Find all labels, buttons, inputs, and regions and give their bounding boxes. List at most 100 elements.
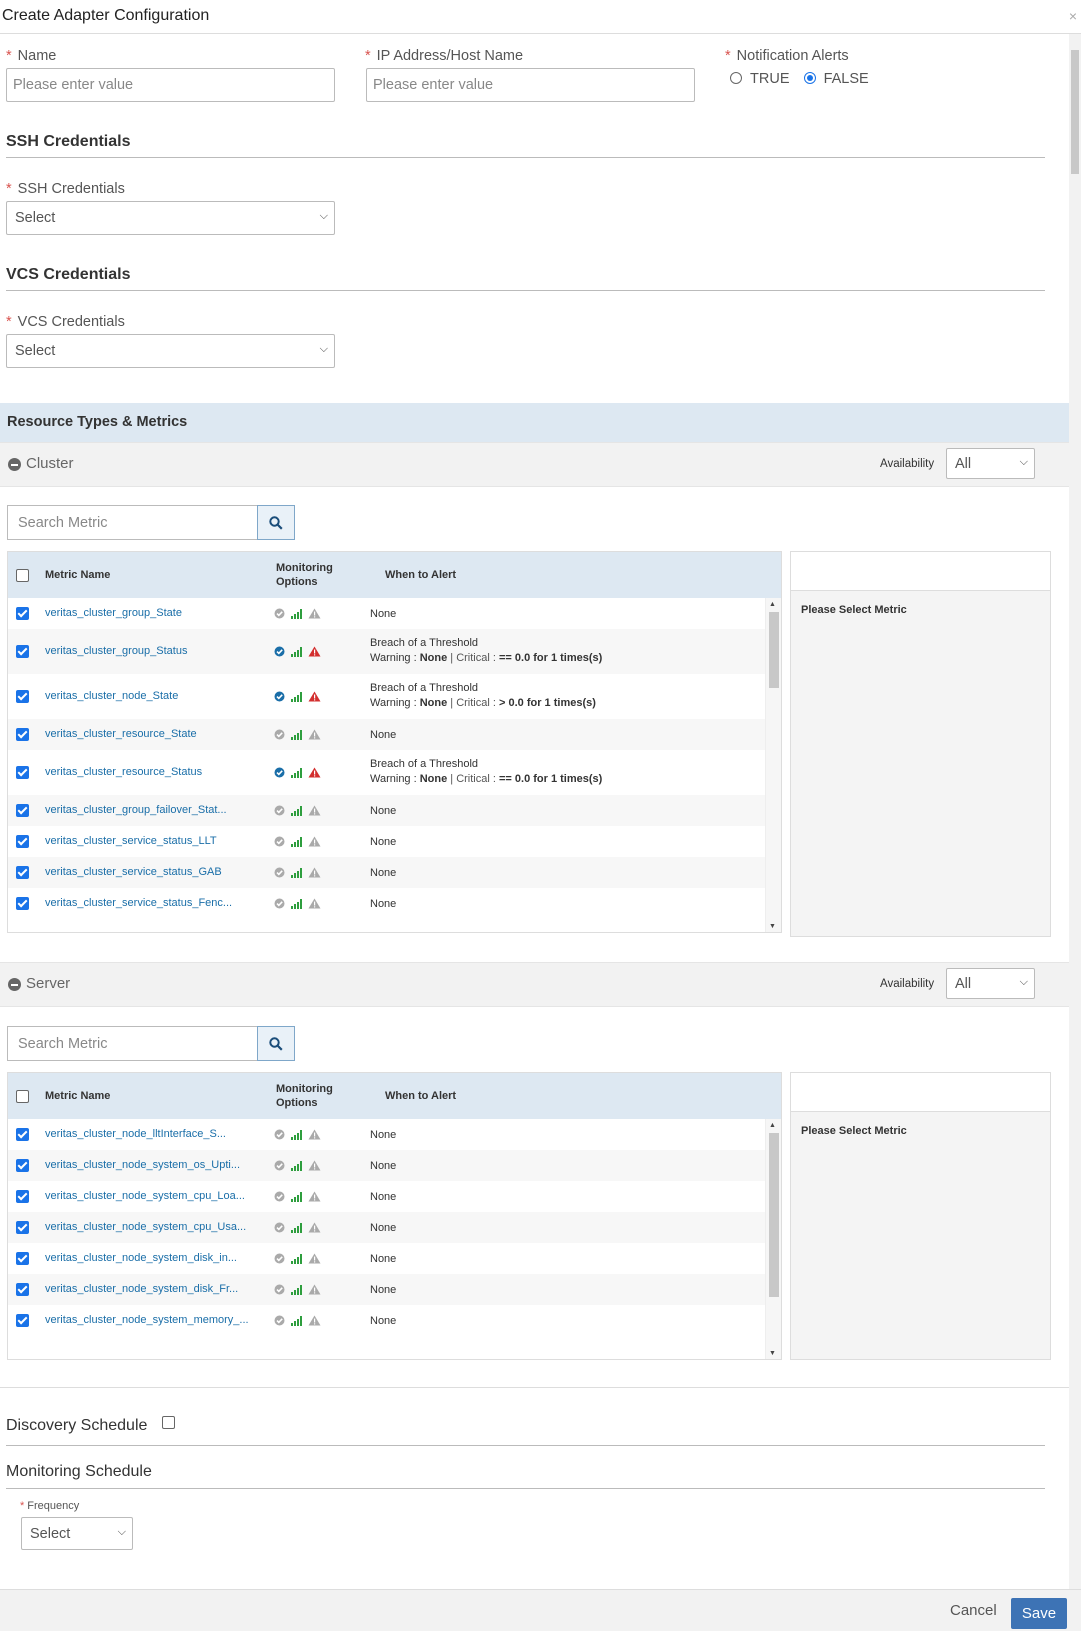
row-checkbox[interactable] — [16, 645, 29, 661]
table-row[interactable]: veritas_cluster_service_status_LLT None — [8, 826, 781, 857]
table-row[interactable]: veritas_cluster_resource_State None — [8, 719, 781, 750]
collapse-icon[interactable] — [8, 458, 21, 471]
scroll-thumb[interactable] — [769, 1133, 779, 1297]
table-row[interactable]: veritas_cluster_node_system_os_Upti... No… — [8, 1150, 781, 1181]
scroll-thumb[interactable] — [769, 612, 779, 688]
alert-warning-icon[interactable] — [308, 1315, 321, 1329]
table-row[interactable]: veritas_cluster_service_status_Fenc... No… — [8, 888, 781, 919]
close-icon[interactable]: × — [1069, 8, 1077, 24]
row-checkbox[interactable] — [16, 897, 29, 913]
page-scrollbar[interactable] — [1069, 34, 1081, 1589]
metric-name-link[interactable]: veritas_cluster_node_system_cpu_Usa... — [45, 1221, 246, 1233]
metric-name-link[interactable]: veritas_cluster_node_system_disk_in... — [45, 1252, 237, 1264]
availability-check-icon[interactable] — [274, 805, 285, 819]
table-row[interactable]: veritas_cluster_group_failover_Stat... No… — [8, 795, 781, 826]
table-row[interactable]: veritas_cluster_node_system_cpu_Usa... No… — [8, 1212, 781, 1243]
row-checkbox[interactable] — [16, 1252, 29, 1268]
row-checkbox[interactable] — [16, 766, 29, 782]
collapse-icon[interactable] — [8, 978, 21, 991]
performance-bars-icon[interactable] — [291, 898, 302, 912]
performance-bars-icon[interactable] — [291, 1191, 302, 1205]
row-checkbox[interactable] — [16, 1221, 29, 1237]
performance-bars-icon[interactable] — [291, 1222, 302, 1236]
alert-warning-icon[interactable] — [308, 729, 321, 743]
availability-check-icon[interactable] — [274, 836, 285, 850]
performance-bars-icon[interactable] — [291, 1253, 302, 1267]
alert-warning-icon[interactable] — [308, 691, 321, 705]
table-row[interactable]: veritas_cluster_node_system_disk_in... No… — [8, 1243, 781, 1274]
metric-name-link[interactable]: veritas_cluster_group_Status — [45, 645, 187, 657]
scroll-up-icon[interactable]: ▲ — [769, 1122, 776, 1129]
performance-bars-icon[interactable] — [291, 646, 302, 660]
row-checkbox[interactable] — [16, 866, 29, 882]
availability-check-icon[interactable] — [274, 1191, 285, 1205]
metric-name-link[interactable]: veritas_cluster_node_system_memory_... — [45, 1314, 249, 1326]
availability-check-icon[interactable] — [274, 767, 285, 781]
availability-select[interactable]: All ⌵ — [946, 448, 1035, 479]
ssh-credentials-select[interactable]: Select ⌵ — [6, 201, 335, 235]
performance-bars-icon[interactable] — [291, 867, 302, 881]
table-row[interactable]: veritas_cluster_node_State Breach of a Th… — [8, 674, 781, 719]
scroll-up-icon[interactable]: ▲ — [769, 601, 776, 608]
alert-warning-icon[interactable] — [308, 608, 321, 622]
search-button[interactable] — [257, 1026, 295, 1061]
table-row[interactable]: veritas_cluster_resource_Status Breach of… — [8, 750, 781, 795]
metric-name-link[interactable]: veritas_cluster_resource_State — [45, 728, 197, 740]
metric-name-link[interactable]: veritas_cluster_node_system_disk_Fr... — [45, 1283, 238, 1295]
performance-bars-icon[interactable] — [291, 1129, 302, 1143]
metric-name-link[interactable]: veritas_cluster_resource_Status — [45, 766, 202, 778]
table-scrollbar[interactable]: ▲ ▼ — [765, 598, 781, 932]
vcs-credentials-select[interactable]: Select ⌵ — [6, 334, 335, 368]
availability-check-icon[interactable] — [274, 646, 285, 660]
row-checkbox[interactable] — [16, 1159, 29, 1175]
availability-check-icon[interactable] — [274, 1253, 285, 1267]
row-checkbox[interactable] — [16, 690, 29, 706]
availability-check-icon[interactable] — [274, 898, 285, 912]
table-row[interactable]: veritas_cluster_node_system_cpu_Loa... No… — [8, 1181, 781, 1212]
ip-input[interactable] — [366, 68, 695, 102]
availability-check-icon[interactable] — [274, 867, 285, 881]
availability-check-icon[interactable] — [274, 608, 285, 622]
performance-bars-icon[interactable] — [291, 691, 302, 705]
availability-check-icon[interactable] — [274, 691, 285, 705]
availability-check-icon[interactable] — [274, 1222, 285, 1236]
alert-warning-icon[interactable] — [308, 1129, 321, 1143]
select-all-checkbox[interactable] — [16, 1090, 29, 1106]
alert-warning-icon[interactable] — [308, 1191, 321, 1205]
search-metric-input[interactable] — [7, 505, 257, 540]
table-row[interactable]: veritas_cluster_node_lltInterface_S... No… — [8, 1119, 781, 1150]
row-checkbox[interactable] — [16, 728, 29, 744]
row-checkbox[interactable] — [16, 1314, 29, 1330]
row-checkbox[interactable] — [16, 1190, 29, 1206]
save-button[interactable]: Save — [1011, 1598, 1067, 1629]
name-input[interactable] — [6, 68, 335, 102]
alert-warning-icon[interactable] — [308, 867, 321, 881]
alert-warning-icon[interactable] — [308, 1222, 321, 1236]
metric-name-link[interactable]: veritas_cluster_service_status_Fenc... — [45, 897, 232, 909]
table-row[interactable]: veritas_cluster_node_system_memory_... No… — [8, 1305, 781, 1336]
discovery-schedule-checkbox[interactable] — [161, 1416, 175, 1429]
performance-bars-icon[interactable] — [291, 1160, 302, 1174]
availability-check-icon[interactable] — [274, 1315, 285, 1329]
row-checkbox[interactable] — [16, 1283, 29, 1299]
metric-name-link[interactable]: veritas_cluster_node_system_cpu_Loa... — [45, 1190, 245, 1202]
performance-bars-icon[interactable] — [291, 836, 302, 850]
metric-name-link[interactable]: veritas_cluster_node_lltInterface_S... — [45, 1128, 226, 1140]
alert-warning-icon[interactable] — [308, 767, 321, 781]
table-row[interactable]: veritas_cluster_group_State None — [8, 598, 781, 629]
alert-warning-icon[interactable] — [308, 836, 321, 850]
alert-warning-icon[interactable] — [308, 646, 321, 660]
cluster-group-header[interactable]: Cluster Availability All ⌵ — [0, 442, 1069, 487]
search-button[interactable] — [257, 505, 295, 540]
scroll-down-icon[interactable]: ▼ — [769, 923, 776, 930]
performance-bars-icon[interactable] — [291, 608, 302, 622]
notification-false-radio[interactable] — [803, 72, 816, 84]
alert-warning-icon[interactable] — [308, 1284, 321, 1298]
page-scroll-thumb[interactable] — [1071, 50, 1079, 174]
alert-warning-icon[interactable] — [308, 1160, 321, 1174]
metric-name-link[interactable]: veritas_cluster_node_system_os_Upti... — [45, 1159, 240, 1171]
table-scrollbar[interactable]: ▲ ▼ — [765, 1119, 781, 1359]
row-checkbox[interactable] — [16, 1128, 29, 1144]
alert-warning-icon[interactable] — [308, 1253, 321, 1267]
search-metric-input[interactable] — [7, 1026, 257, 1061]
